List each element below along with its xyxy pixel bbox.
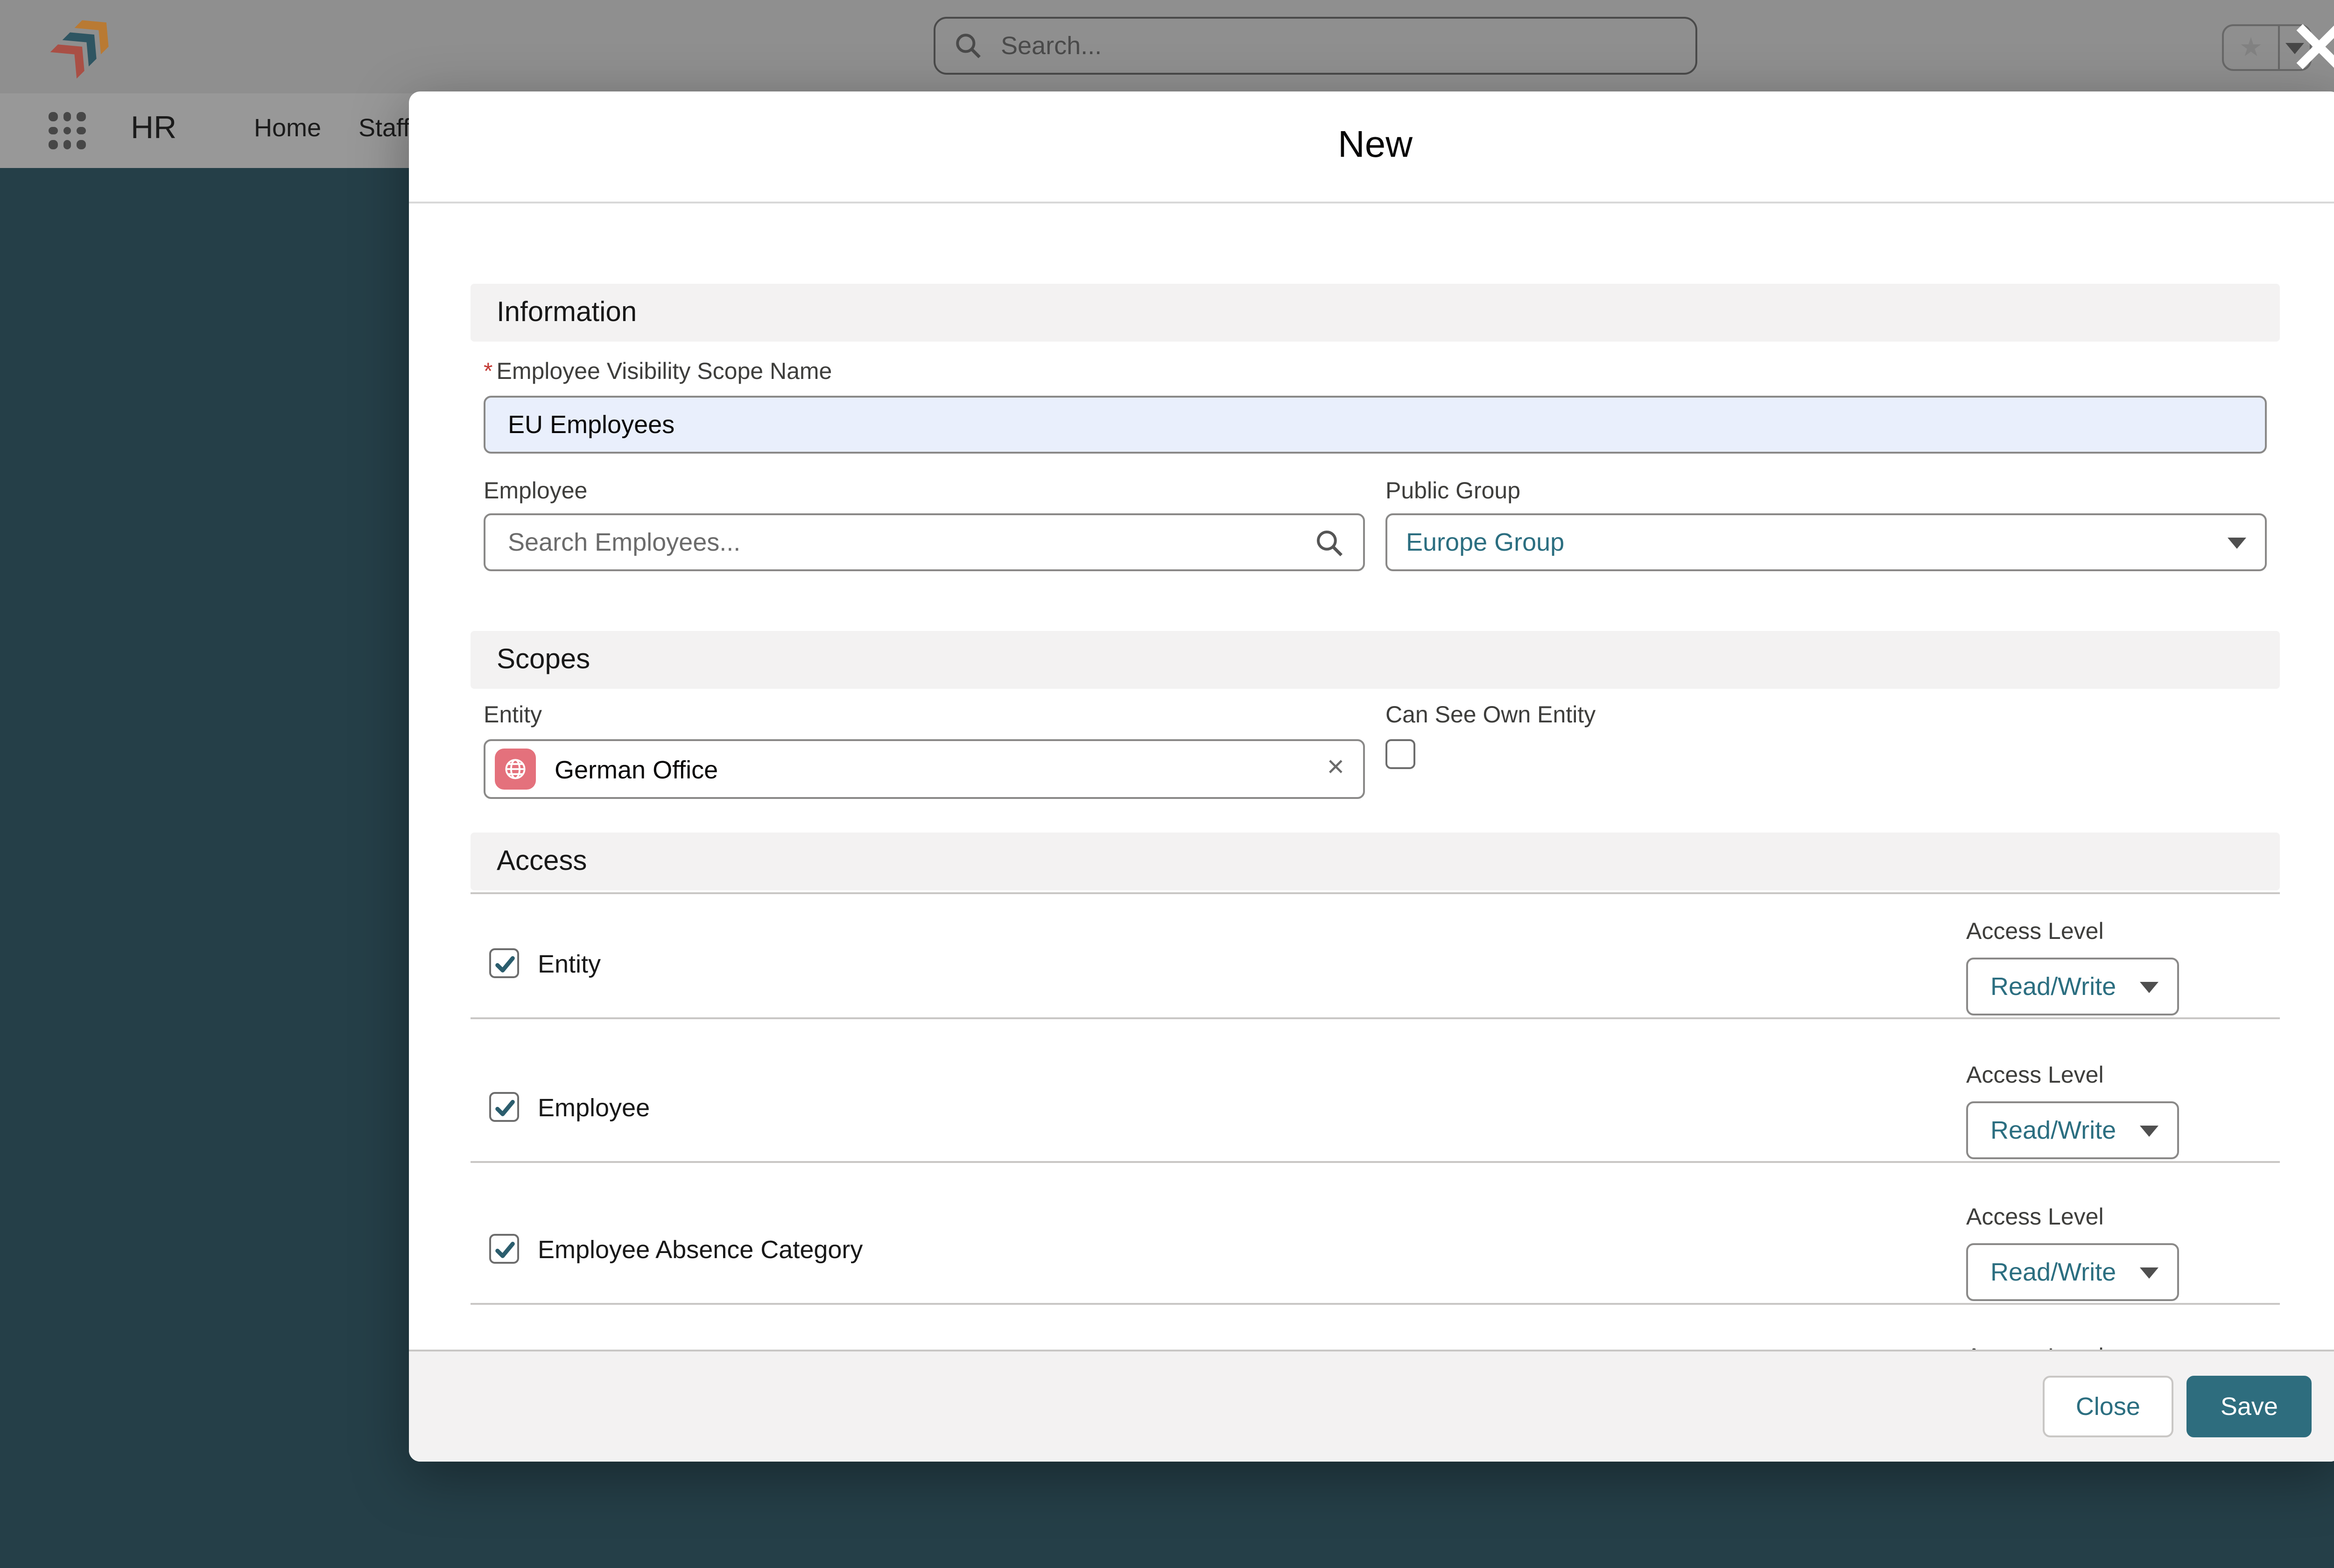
access-row-entity: Access Level Read/Write Entity [471, 894, 2280, 1019]
entity-selected-pill[interactable]: German Office × [484, 739, 1365, 799]
access-checkbox[interactable] [489, 1092, 519, 1122]
app-stage: ★ + ? ⚙ HR Home Staff Emplo... [0, 0, 2334, 1568]
save-button[interactable]: Save [2187, 1376, 2312, 1437]
section-information: Information [471, 284, 2280, 342]
can-see-own-entity-checkbox[interactable] [1385, 739, 1415, 769]
remove-entity-icon[interactable]: × [1327, 754, 1344, 784]
employee-field-label: Employee [484, 480, 1365, 504]
new-record-modal: New Information *Employee Visibility Sco… [409, 91, 2334, 1462]
entity-globe-icon [495, 749, 536, 790]
name-field-label: *Employee Visibility Scope Name [484, 360, 2267, 385]
required-asterisk: * [484, 358, 493, 385]
app-logo-icon [45, 9, 120, 84]
access-level-label: Access Level [1966, 1206, 2179, 1230]
access-level-select[interactable]: Read/Write [1966, 958, 2179, 1015]
access-row-label: Employee [538, 1093, 650, 1121]
access-row-label: Entity [538, 949, 601, 977]
app-name: HR [131, 110, 176, 147]
section-scopes: Scopes [471, 631, 2280, 689]
star-icon[interactable]: ★ [2224, 26, 2278, 69]
access-checkbox[interactable] [489, 948, 519, 978]
dropdown-caret-icon [2228, 537, 2246, 548]
search-icon [954, 32, 982, 60]
public-group-value: Europe Group [1406, 528, 2228, 556]
access-level-select[interactable]: Read/Write [1966, 1243, 2179, 1301]
close-button[interactable]: Close [2042, 1376, 2174, 1437]
modal-footer: Close Save [409, 1350, 2334, 1462]
access-level-value: Read/Write [1990, 973, 2116, 1001]
access-row-employee: Access Level Read/Write Employee [471, 1019, 2280, 1163]
app-launcher-icon[interactable] [49, 112, 88, 151]
modal-header: New [409, 91, 2334, 203]
modal-body[interactable]: Information *Employee Visibility Scope N… [409, 203, 2334, 1350]
employee-lookup-field[interactable] [484, 513, 1365, 571]
section-access: Access [471, 833, 2280, 890]
entity-value: German Office [555, 755, 718, 783]
access-row-partial: Access Level [471, 1305, 2280, 1350]
global-search-input[interactable] [997, 30, 1677, 62]
access-level-value: Read/Write [1990, 1258, 2116, 1286]
modal-title: New [1338, 125, 1413, 168]
access-row-label: Employee Absence Category [538, 1235, 863, 1263]
scope-name-input[interactable] [484, 396, 2267, 454]
access-level-label: Access Level [1966, 1064, 2179, 1088]
can-see-own-entity-label: Can See Own Entity [1385, 704, 2267, 728]
modal-close-icon[interactable] [2291, 19, 2334, 75]
dropdown-caret-icon [2140, 1267, 2158, 1278]
access-level-label: Access Level [1966, 1346, 2179, 1350]
global-search-box[interactable] [934, 17, 1697, 75]
global-header: ★ + ? ⚙ [0, 0, 2334, 93]
access-level-value: Read/Write [1990, 1116, 2116, 1144]
dropdown-caret-icon [2140, 1125, 2158, 1136]
search-icon [1315, 527, 1344, 557]
employee-search-input[interactable] [504, 526, 1315, 558]
dropdown-caret-icon [2140, 981, 2158, 992]
access-row-employee-absence-category: Access Level Read/Write Employee Absence… [471, 1163, 2280, 1305]
nav-tab-home[interactable]: Home [254, 114, 321, 142]
nav-tab-staff[interactable]: Staff [359, 114, 410, 142]
access-level-label: Access Level [1966, 920, 2179, 945]
entity-field-label: Entity [484, 704, 1365, 728]
public-group-field-label: Public Group [1385, 480, 2267, 504]
access-level-select[interactable]: Read/Write [1966, 1101, 2179, 1159]
public-group-select[interactable]: Europe Group [1385, 513, 2267, 571]
access-checkbox[interactable] [489, 1234, 519, 1264]
